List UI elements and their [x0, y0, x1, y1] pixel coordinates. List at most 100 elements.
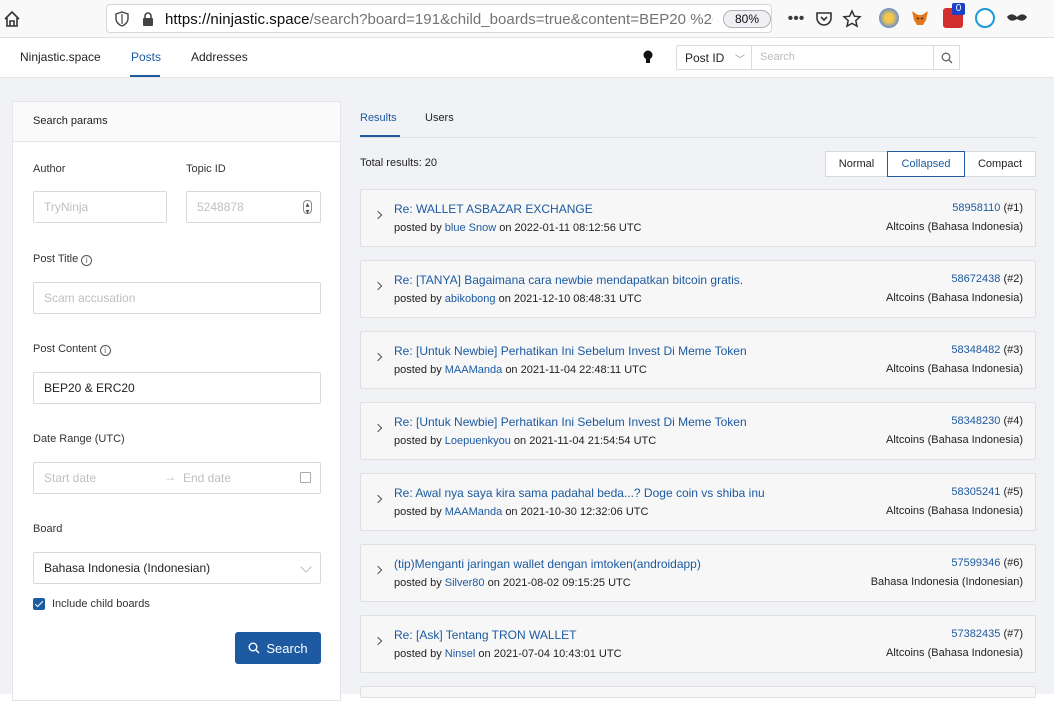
view-collapsed-button[interactable]: Collapsed — [887, 151, 965, 177]
result-item[interactable] — [360, 686, 1036, 698]
result-author[interactable]: MAAManda — [445, 364, 502, 376]
result-item[interactable]: Re: [Untuk Newbie] Perhatikan Ini Sebelu… — [360, 402, 1036, 460]
result-item[interactable]: Re: [TANYA] Bagaimana cara newbie mendap… — [360, 260, 1036, 318]
result-rank: (#2) — [1003, 273, 1023, 285]
result-date: 2021-11-04 22:48:11 UTC — [520, 364, 647, 376]
url-bar[interactable]: https://ninjastic.space/search?board=191… — [106, 4, 772, 33]
chevron-right-icon[interactable] — [373, 494, 383, 504]
date-range-picker[interactable]: Start date → End date — [33, 462, 321, 494]
tab-users[interactable]: Users — [425, 112, 454, 124]
chevron-down-icon — [300, 561, 312, 573]
result-author[interactable]: Silver80 — [445, 577, 485, 589]
author-input[interactable]: TryNinja — [33, 191, 167, 223]
result-item[interactable]: Re: [Untuk Newbie] Perhatikan Ini Sebelu… — [360, 331, 1036, 389]
zoom-badge[interactable]: 80% — [723, 10, 771, 28]
post-content-label: Post Content i — [33, 343, 111, 356]
result-title[interactable]: Re: WALLET ASBAZAR EXCHANGE — [394, 202, 593, 216]
view-normal-button[interactable]: Normal — [825, 151, 888, 177]
metamask-fox-icon[interactable] — [910, 8, 930, 28]
include-child-boards-checkbox[interactable] — [33, 598, 45, 610]
result-date: 2021-10-30 12:32:06 UTC — [520, 506, 649, 518]
result-item[interactable]: Re: [Ask] Tentang TRON WALLET posted by N… — [360, 615, 1036, 673]
info-icon[interactable]: i — [99, 345, 111, 356]
result-post-id[interactable]: 58348230 — [951, 415, 1000, 427]
post-title-input[interactable]: Scam accusation — [33, 282, 321, 314]
date-range-label: Date Range (UTC) — [33, 433, 125, 445]
result-author[interactable]: abikobong — [445, 293, 496, 305]
result-author[interactable]: MAAManda — [445, 506, 502, 518]
extension-circle-icon[interactable] — [975, 8, 995, 28]
number-spinner-icon[interactable]: ▴ ▾ — [303, 200, 312, 216]
result-post-id[interactable]: 58958110 — [952, 202, 1000, 214]
result-author[interactable]: Loepuenkyou — [445, 435, 511, 447]
result-author[interactable]: Ninsel — [445, 648, 476, 660]
result-item[interactable]: Re: WALLET ASBAZAR EXCHANGE posted by blu… — [360, 189, 1036, 247]
home-icon[interactable] — [2, 9, 22, 29]
nav-search-input[interactable]: Search — [751, 45, 934, 70]
bookmark-star-icon[interactable] — [842, 9, 862, 29]
result-post-id[interactable]: 58348482 — [951, 344, 1000, 356]
result-item[interactable]: (tip)Menganti jaringan wallet dengan imt… — [360, 544, 1036, 602]
nav-posts[interactable]: Posts — [131, 50, 161, 64]
result-rank: (#4) — [1003, 415, 1023, 427]
lock-icon[interactable] — [141, 11, 155, 27]
on-text: on — [513, 435, 527, 447]
posted-by-text: posted by — [394, 293, 442, 305]
mask-icon[interactable] — [1006, 8, 1028, 28]
search-submit-button[interactable]: Search — [235, 632, 321, 664]
pocket-icon[interactable] — [814, 9, 834, 29]
result-title[interactable]: Re: Awal nya saya kira sama padahal beda… — [394, 486, 765, 500]
search-icon — [941, 52, 952, 63]
browser-toolbar: https://ninjastic.space/search?board=191… — [0, 0, 1054, 38]
result-item[interactable]: Re: Awal nya saya kira sama padahal beda… — [360, 473, 1036, 531]
search-type-select[interactable]: Post ID ﹀ — [676, 45, 752, 70]
shield-icon[interactable] — [115, 11, 129, 27]
end-date-input[interactable]: End date — [183, 471, 231, 485]
result-title[interactable]: (tip)Menganti jaringan wallet dengan imt… — [394, 557, 701, 571]
nav-search-button[interactable] — [934, 45, 960, 70]
post-title-label-text: Post Title — [33, 253, 79, 265]
posted-by-text: posted by — [394, 435, 442, 447]
chevron-right-icon[interactable] — [373, 565, 383, 575]
nav-addresses[interactable]: Addresses — [191, 50, 248, 64]
result-post-id[interactable]: 57382435 — [951, 628, 1000, 640]
result-id: 58305241 (#5) — [951, 486, 1023, 498]
lightbulb-icon[interactable] — [642, 49, 654, 65]
result-author[interactable]: blue Snow — [445, 222, 496, 234]
result-date: 2022-01-11 08:12:56 UTC — [514, 222, 642, 234]
more-actions-icon[interactable]: ••• — [786, 9, 806, 29]
result-rank: (#5) — [1003, 486, 1023, 498]
chevron-right-icon[interactable] — [373, 281, 383, 291]
tab-results[interactable]: Results — [360, 112, 397, 124]
result-title[interactable]: Re: [Untuk Newbie] Perhatikan Ini Sebelu… — [394, 415, 747, 429]
result-title[interactable]: Re: [Untuk Newbie] Perhatikan Ini Sebelu… — [394, 344, 747, 358]
result-board: Altcoins (Bahasa Indonesia) — [886, 221, 1023, 233]
post-title-label: Post Title i — [33, 253, 93, 266]
post-content-input[interactable]: BEP20 & ERC20 — [33, 372, 321, 404]
result-post-id[interactable]: 57599346 — [951, 557, 1000, 569]
chevron-right-icon[interactable] — [373, 636, 383, 646]
result-rank: (#1) — [1003, 202, 1023, 214]
brand-link[interactable]: Ninjastic.space — [20, 50, 101, 64]
result-board: Bahasa Indonesia (Indonesian) — [870, 576, 1023, 588]
result-post-id[interactable]: 58672438 — [951, 273, 1000, 285]
url-path: /search?board=191&child_boards=true&cont… — [309, 11, 713, 28]
info-icon[interactable]: i — [81, 255, 93, 266]
posted-by-text: posted by — [394, 648, 442, 660]
include-child-boards-label[interactable]: Include child boards — [52, 598, 150, 610]
result-title[interactable]: Re: [TANYA] Bagaimana cara newbie mendap… — [394, 273, 743, 287]
topic-id-input[interactable]: 5248878 ▴ ▾ — [186, 191, 321, 223]
result-title[interactable]: Re: [Ask] Tentang TRON WALLET — [394, 628, 577, 642]
result-post-id[interactable]: 58305241 — [951, 486, 1000, 498]
result-meta: posted by blue Snow on 2022-01-11 08:12:… — [394, 222, 642, 234]
total-results: Total results: 20 — [360, 157, 438, 169]
chevron-right-icon[interactable] — [373, 423, 383, 433]
view-compact-button[interactable]: Compact — [964, 151, 1036, 177]
posted-by-text: posted by — [394, 506, 442, 518]
board-select[interactable]: Bahasa Indonesia (Indonesian) — [33, 552, 321, 584]
extension-globe-icon[interactable] — [879, 8, 899, 28]
chevron-right-icon[interactable] — [373, 210, 383, 220]
start-date-input[interactable]: Start date — [44, 471, 96, 485]
chevron-right-icon[interactable] — [373, 352, 383, 362]
tab-active-underline — [360, 135, 400, 137]
